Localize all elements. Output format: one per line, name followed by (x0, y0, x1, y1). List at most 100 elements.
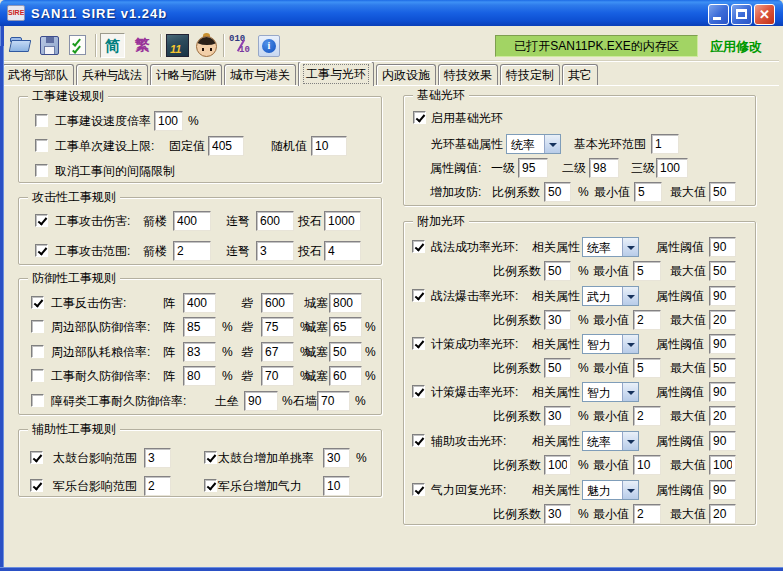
chevron-down-icon[interactable] (622, 238, 638, 256)
checkbox[interactable] (412, 240, 425, 253)
value-input[interactable] (244, 391, 278, 411)
save-button[interactable] (37, 33, 62, 58)
game-picture-button[interactable]: 11 (165, 33, 190, 58)
tab-officers[interactable]: 武将与部队 (2, 64, 74, 85)
binary-button[interactable]: 01010 (228, 33, 253, 58)
attribute-dropdown[interactable]: 统率 (506, 134, 561, 154)
coefficient-input[interactable] (544, 310, 571, 330)
simplified-chinese-button[interactable]: 简 (100, 33, 125, 58)
chevron-down-icon[interactable] (544, 135, 560, 153)
value-input[interactable] (324, 211, 361, 231)
checkbox[interactable] (35, 244, 48, 257)
maximize-button[interactable] (731, 4, 752, 25)
chevron-down-icon[interactable] (622, 383, 638, 401)
close-button[interactable]: ✕ (754, 4, 775, 25)
value-input[interactable] (261, 293, 294, 313)
fixed-value-input[interactable] (208, 136, 244, 156)
checkbox[interactable] (35, 139, 48, 152)
coefficient-input[interactable] (544, 261, 571, 281)
value-input[interactable] (634, 182, 662, 202)
value-input[interactable] (544, 182, 571, 202)
value-input[interactable] (324, 241, 361, 261)
value-input[interactable] (651, 134, 679, 154)
checkbox[interactable] (412, 483, 425, 496)
value-input[interactable] (183, 293, 216, 313)
min-input[interactable] (633, 455, 661, 475)
value-input[interactable] (144, 476, 171, 496)
minimize-button[interactable] (708, 4, 729, 25)
value-input[interactable] (183, 342, 216, 362)
attribute-dropdown[interactable]: 智力 (582, 334, 639, 354)
value-input[interactable] (589, 158, 619, 178)
checkbox[interactable] (204, 451, 217, 464)
attribute-dropdown[interactable]: 武力 (582, 286, 639, 306)
value-input[interactable] (183, 366, 216, 386)
value-input[interactable] (323, 448, 350, 468)
coefficient-input[interactable] (544, 504, 571, 524)
min-input[interactable] (633, 504, 661, 524)
threshold-input[interactable] (709, 382, 736, 402)
threshold-input[interactable] (709, 431, 736, 451)
checkbox[interactable] (31, 296, 44, 309)
min-input[interactable] (633, 358, 661, 378)
value-input[interactable] (329, 317, 362, 337)
value-input[interactable] (518, 158, 548, 178)
value-input[interactable] (173, 241, 211, 261)
apply-changes-button[interactable]: 应用修改 (710, 38, 762, 56)
checkbox[interactable] (412, 434, 425, 447)
speed-multiplier-input[interactable] (154, 111, 183, 131)
max-input[interactable] (709, 504, 736, 524)
checkbox[interactable] (31, 320, 44, 333)
value-input[interactable] (323, 476, 350, 496)
value-input[interactable] (261, 317, 294, 337)
value-input[interactable] (329, 342, 362, 362)
tab-cities[interactable]: 城市与港关 (224, 64, 296, 85)
attribute-dropdown[interactable]: 智力 (582, 382, 639, 402)
attribute-dropdown[interactable]: 魅力 (582, 480, 639, 500)
chevron-down-icon[interactable] (622, 335, 638, 353)
max-input[interactable] (709, 310, 736, 330)
value-input[interactable] (317, 391, 350, 411)
checkbox[interactable] (31, 369, 44, 382)
tab-skill-effects[interactable]: 特技效果 (438, 64, 498, 85)
value-input[interactable] (183, 317, 216, 337)
chevron-down-icon[interactable] (622, 432, 638, 450)
value-input[interactable] (329, 293, 362, 313)
checkbox[interactable] (412, 385, 425, 398)
tab-fortifications-auras[interactable]: 工事与光环 (298, 61, 374, 86)
min-input[interactable] (633, 310, 661, 330)
checkbox[interactable] (30, 479, 43, 492)
checkbox[interactable] (31, 394, 44, 407)
checkbox[interactable] (30, 451, 43, 464)
value-input[interactable] (256, 211, 294, 231)
traditional-chinese-button[interactable]: 繁 (130, 33, 155, 58)
value-input[interactable] (656, 158, 688, 178)
tab-stratagems[interactable]: 计略与陷阱 (150, 64, 222, 85)
checkbox[interactable] (35, 164, 48, 177)
threshold-input[interactable] (709, 480, 736, 500)
coefficient-input[interactable] (544, 406, 571, 426)
max-input[interactable] (709, 261, 736, 281)
tab-other[interactable]: 其它 (562, 64, 598, 85)
options-button[interactable] (66, 33, 91, 58)
checkbox[interactable] (412, 289, 425, 302)
chevron-down-icon[interactable] (622, 287, 638, 305)
value-input[interactable] (329, 366, 362, 386)
checkbox[interactable] (413, 111, 426, 124)
info-button[interactable]: i (257, 33, 282, 58)
value-input[interactable] (256, 241, 294, 261)
coefficient-input[interactable] (544, 455, 571, 475)
checkbox[interactable] (31, 345, 44, 358)
value-input[interactable] (144, 448, 171, 468)
value-input[interactable] (709, 182, 736, 202)
open-file-button[interactable] (8, 33, 33, 58)
min-input[interactable] (633, 406, 661, 426)
coefficient-input[interactable] (544, 358, 571, 378)
checkbox[interactable] (204, 479, 217, 492)
chevron-down-icon[interactable] (622, 481, 638, 499)
value-input[interactable] (173, 211, 211, 231)
checkbox[interactable] (412, 337, 425, 350)
attribute-dropdown[interactable]: 统率 (582, 431, 639, 451)
tab-skill-custom[interactable]: 特技定制 (500, 64, 560, 85)
attribute-dropdown[interactable]: 统率 (582, 237, 639, 257)
